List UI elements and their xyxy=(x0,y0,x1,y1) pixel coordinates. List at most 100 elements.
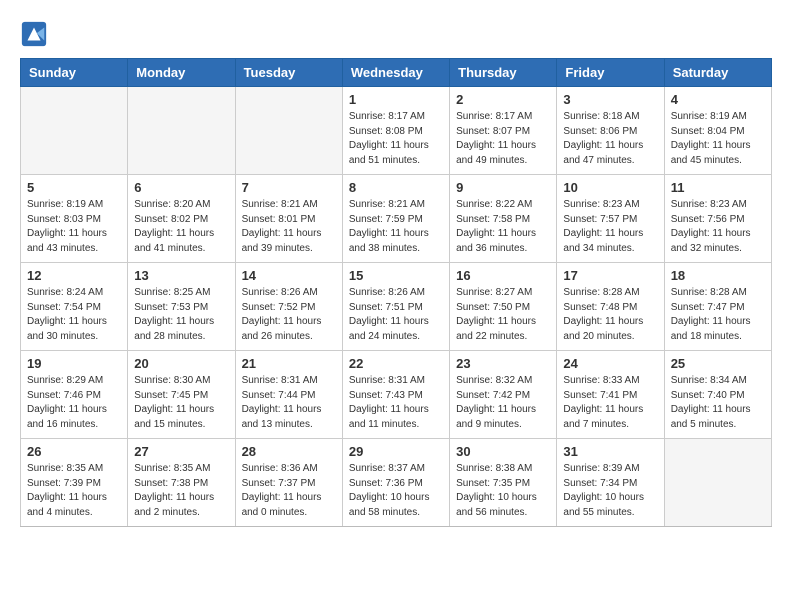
day-info: Sunrise: 8:21 AM Sunset: 8:01 PM Dayligh… xyxy=(242,198,336,256)
day-number: 29 xyxy=(349,444,443,459)
day-info: Sunrise: 8:20 AM Sunset: 8:02 PM Dayligh… xyxy=(134,198,228,256)
day-number: 21 xyxy=(242,356,336,371)
calendar-cell: 13Sunrise: 8:25 AM Sunset: 7:53 PM Dayli… xyxy=(128,263,235,351)
day-number: 24 xyxy=(563,356,657,371)
calendar-cell: 17 Sunrise: 8:28 AM Sunset: 7:48 PM Dayli… xyxy=(557,263,664,351)
day-info: Sunrise: 8:19 AM Sunset: 8:03 PM Dayligh… xyxy=(27,198,121,256)
weekday-header-wednesday: Wednesday xyxy=(342,59,449,87)
day-info: Sunrise: 8:39 AM Sunset: 7:34 PM Dayligh… xyxy=(563,462,657,520)
day-info: Sunrise: 8:31 AM Sunset: 7:43 PM Dayligh… xyxy=(349,374,443,432)
logo-icon xyxy=(20,20,48,48)
day-number: 25 xyxy=(671,356,765,371)
calendar-cell: 9Sunrise: 8:22 AM Sunset: 7:58 PM Daylig… xyxy=(450,175,557,263)
day-info: Sunrise: 8:23 AM Sunset: 7:56 PM Dayligh… xyxy=(671,198,765,256)
calendar-cell: 26 Sunrise: 8:35 AM Sunset: 7:39 PM Dayli… xyxy=(21,439,128,527)
weekday-header-row: SundayMondayTuesdayWednesdayThursdayFrid… xyxy=(21,59,772,87)
day-info: Sunrise: 8:35 AM Sunset: 7:39 PM Dayligh… xyxy=(27,462,121,520)
day-number: 2 xyxy=(456,92,550,107)
day-number: 26 xyxy=(27,444,121,459)
day-info: Sunrise: 8:26 AM Sunset: 7:51 PM Dayligh… xyxy=(349,286,443,344)
calendar-cell: 4 Sunrise: 8:19 AM Sunset: 8:04 PM Daylig… xyxy=(664,87,771,175)
day-number: 6 xyxy=(134,180,228,195)
calendar-cell: 31 Sunrise: 8:39 AM Sunset: 7:34 PM Dayli… xyxy=(557,439,664,527)
day-info: Sunrise: 8:30 AM Sunset: 7:45 PM Dayligh… xyxy=(134,374,228,432)
calendar-cell: 21 Sunrise: 8:31 AM Sunset: 7:44 PM Dayli… xyxy=(235,351,342,439)
calendar-cell xyxy=(664,439,771,527)
day-number: 28 xyxy=(242,444,336,459)
calendar-cell: 18 Sunrise: 8:28 AM Sunset: 7:47 PM Dayli… xyxy=(664,263,771,351)
calendar-cell: 6 Sunrise: 8:20 AM Sunset: 8:02 PM Daylig… xyxy=(128,175,235,263)
calendar-week-row: 5 Sunrise: 8:19 AM Sunset: 8:03 PM Daylig… xyxy=(21,175,772,263)
day-info: Sunrise: 8:33 AM Sunset: 7:41 PM Dayligh… xyxy=(563,374,657,432)
day-number: 11 xyxy=(671,180,765,195)
weekday-header-monday: Monday xyxy=(128,59,235,87)
day-info: Sunrise: 8:28 AM Sunset: 7:48 PM Dayligh… xyxy=(563,286,657,344)
day-number: 3 xyxy=(563,92,657,107)
calendar-cell: 14 Sunrise: 8:26 AM Sunset: 7:52 PM Dayli… xyxy=(235,263,342,351)
day-number: 22 xyxy=(349,356,443,371)
calendar-cell: 22 Sunrise: 8:31 AM Sunset: 7:43 PM Dayli… xyxy=(342,351,449,439)
day-info: Sunrise: 8:28 AM Sunset: 7:47 PM Dayligh… xyxy=(671,286,765,344)
calendar-table: SundayMondayTuesdayWednesdayThursdayFrid… xyxy=(20,58,772,527)
calendar-cell: 16Sunrise: 8:27 AM Sunset: 7:50 PM Dayli… xyxy=(450,263,557,351)
day-number: 16 xyxy=(456,268,550,283)
day-number: 19 xyxy=(27,356,121,371)
calendar-cell: 1 Sunrise: 8:17 AM Sunset: 8:08 PM Daylig… xyxy=(342,87,449,175)
calendar-cell: 5 Sunrise: 8:19 AM Sunset: 8:03 PM Daylig… xyxy=(21,175,128,263)
calendar-cell: 3 Sunrise: 8:18 AM Sunset: 8:06 PM Daylig… xyxy=(557,87,664,175)
calendar-cell: 7 Sunrise: 8:21 AM Sunset: 8:01 PM Daylig… xyxy=(235,175,342,263)
calendar-cell: 23Sunrise: 8:32 AM Sunset: 7:42 PM Dayli… xyxy=(450,351,557,439)
day-info: Sunrise: 8:24 AM Sunset: 7:54 PM Dayligh… xyxy=(27,286,121,344)
day-info: Sunrise: 8:36 AM Sunset: 7:37 PM Dayligh… xyxy=(242,462,336,520)
day-info: Sunrise: 8:18 AM Sunset: 8:06 PM Dayligh… xyxy=(563,110,657,168)
calendar-cell: 20 Sunrise: 8:30 AM Sunset: 7:45 PM Dayli… xyxy=(128,351,235,439)
day-info: Sunrise: 8:31 AM Sunset: 7:44 PM Dayligh… xyxy=(242,374,336,432)
day-number: 1 xyxy=(349,92,443,107)
weekday-header-thursday: Thursday xyxy=(450,59,557,87)
calendar-cell: 28 Sunrise: 8:36 AM Sunset: 7:37 PM Dayli… xyxy=(235,439,342,527)
calendar-week-row: 12 Sunrise: 8:24 AM Sunset: 7:54 PM Dayli… xyxy=(21,263,772,351)
day-info: Sunrise: 8:17 AM Sunset: 8:08 PM Dayligh… xyxy=(349,110,443,168)
calendar-cell: 30Sunrise: 8:38 AM Sunset: 7:35 PM Dayli… xyxy=(450,439,557,527)
weekday-header-tuesday: Tuesday xyxy=(235,59,342,87)
calendar-cell: 12 Sunrise: 8:24 AM Sunset: 7:54 PM Dayli… xyxy=(21,263,128,351)
day-info: Sunrise: 8:25 AM Sunset: 7:53 PM Dayligh… xyxy=(134,286,228,344)
calendar-cell xyxy=(235,87,342,175)
calendar-cell: 19 Sunrise: 8:29 AM Sunset: 7:46 PM Dayli… xyxy=(21,351,128,439)
day-number: 31 xyxy=(563,444,657,459)
day-number: 20 xyxy=(134,356,228,371)
day-info: Sunrise: 8:26 AM Sunset: 7:52 PM Dayligh… xyxy=(242,286,336,344)
calendar-cell: 2Sunrise: 8:17 AM Sunset: 8:07 PM Daylig… xyxy=(450,87,557,175)
calendar-cell: 8 Sunrise: 8:21 AM Sunset: 7:59 PM Daylig… xyxy=(342,175,449,263)
day-number: 8 xyxy=(349,180,443,195)
day-info: Sunrise: 8:23 AM Sunset: 7:57 PM Dayligh… xyxy=(563,198,657,256)
day-info: Sunrise: 8:37 AM Sunset: 7:36 PM Dayligh… xyxy=(349,462,443,520)
day-info: Sunrise: 8:19 AM Sunset: 8:04 PM Dayligh… xyxy=(671,110,765,168)
day-info: Sunrise: 8:29 AM Sunset: 7:46 PM Dayligh… xyxy=(27,374,121,432)
weekday-header-friday: Friday xyxy=(557,59,664,87)
day-info: Sunrise: 8:21 AM Sunset: 7:59 PM Dayligh… xyxy=(349,198,443,256)
day-number: 12 xyxy=(27,268,121,283)
calendar-week-row: 26 Sunrise: 8:35 AM Sunset: 7:39 PM Dayli… xyxy=(21,439,772,527)
calendar-cell: 10Sunrise: 8:23 AM Sunset: 7:57 PM Dayli… xyxy=(557,175,664,263)
day-number: 17 xyxy=(563,268,657,283)
day-number: 14 xyxy=(242,268,336,283)
calendar-cell xyxy=(21,87,128,175)
calendar-cell: 11 Sunrise: 8:23 AM Sunset: 7:56 PM Dayli… xyxy=(664,175,771,263)
day-number: 7 xyxy=(242,180,336,195)
day-number: 18 xyxy=(671,268,765,283)
calendar-cell: 25Sunrise: 8:34 AM Sunset: 7:40 PM Dayli… xyxy=(664,351,771,439)
day-number: 15 xyxy=(349,268,443,283)
calendar-cell: 24 Sunrise: 8:33 AM Sunset: 7:41 PM Dayli… xyxy=(557,351,664,439)
calendar-cell: 15 Sunrise: 8:26 AM Sunset: 7:51 PM Dayli… xyxy=(342,263,449,351)
day-number: 4 xyxy=(671,92,765,107)
logo xyxy=(20,20,52,48)
calendar-cell: 29 Sunrise: 8:37 AM Sunset: 7:36 PM Dayli… xyxy=(342,439,449,527)
calendar-week-row: 1 Sunrise: 8:17 AM Sunset: 8:08 PM Daylig… xyxy=(21,87,772,175)
day-number: 30 xyxy=(456,444,550,459)
day-number: 9 xyxy=(456,180,550,195)
weekday-header-saturday: Saturday xyxy=(664,59,771,87)
day-number: 5 xyxy=(27,180,121,195)
day-number: 27 xyxy=(134,444,228,459)
calendar-cell: 27Sunrise: 8:35 AM Sunset: 7:38 PM Dayli… xyxy=(128,439,235,527)
